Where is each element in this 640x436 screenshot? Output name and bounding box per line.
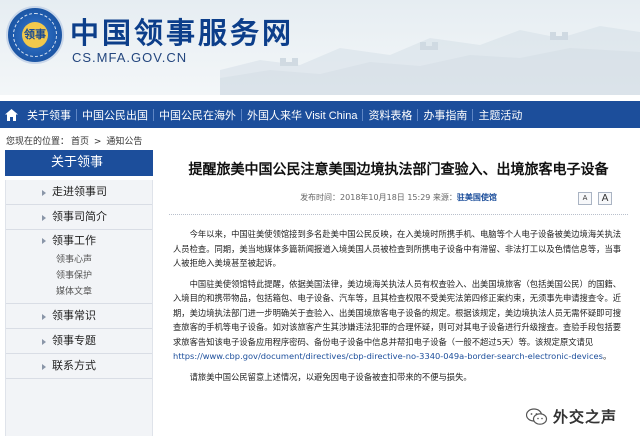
site-domain: CS.MFA.GOV.CN bbox=[72, 50, 188, 65]
nav-item-visit-china[interactable]: 外国人来华 Visit China bbox=[242, 107, 362, 123]
breadcrumb-current[interactable]: 通知公告 bbox=[106, 137, 142, 147]
breadcrumb-home[interactable]: 首页 bbox=[71, 137, 89, 147]
paragraph-2-text: 中国驻美使领馆特此提醒，依据美国法律，美边境海关执法人员有权查验入、出美国境旅客… bbox=[173, 278, 622, 347]
sidebar-group-consular-work: 领事工作 领事心声 领事保护 媒体文章 bbox=[6, 230, 152, 304]
watermark-text: 外交之声 bbox=[553, 408, 618, 426]
sidebar-item-consular-work[interactable]: 领事工作 bbox=[6, 230, 152, 252]
main-nav: 关于领事 中国公民出国 中国公民在海外 外国人来华 Visit China 资料… bbox=[0, 101, 640, 128]
sidebar-heading: 关于领事 bbox=[5, 150, 153, 176]
publish-info: 发布时间：2018年10月18日 15:29 来源： bbox=[300, 193, 457, 202]
site-title[interactable]: 中国领事服务网 bbox=[70, 10, 294, 52]
nav-item-forms[interactable]: 资料表格 bbox=[363, 107, 417, 123]
article-paragraph-2: 中国驻美使领馆特此提醒，依据美国法律，美边境海关执法人员有权查验入、出美国境旅客… bbox=[161, 277, 636, 364]
sidebar-item-enter-dept[interactable]: 走进领事司 bbox=[6, 180, 152, 205]
sidebar-subitem-media[interactable]: 媒体文章 bbox=[6, 284, 152, 300]
sidebar-subitem-protection[interactable]: 领事保护 bbox=[6, 268, 152, 284]
site-header: 领事 中国领事服务网 CS.MFA.GOV.CN bbox=[0, 0, 640, 95]
paragraph-2-end: 。 bbox=[602, 351, 612, 361]
article-main: 提醒旅美中国公民注意美国边境执法部门查验入、出境旅客电子设备 发布时间：2018… bbox=[161, 150, 636, 384]
consular-emblem-logo[interactable]: 领事 bbox=[6, 6, 64, 64]
font-size-controls: A A bbox=[578, 192, 612, 205]
sidebar-menu: 走进领事司 领事司简介 领事工作 领事心声 领事保护 媒体文章 领事常识 领事专… bbox=[5, 180, 153, 436]
sidebar-item-contact[interactable]: 联系方式 bbox=[6, 354, 152, 379]
cbp-directive-link[interactable]: https://www.cbp.gov/document/directives/… bbox=[173, 351, 603, 361]
font-decrease-button[interactable]: A bbox=[578, 192, 592, 205]
breadcrumb: 您现在的位置： 首页 > 通知公告 bbox=[6, 134, 144, 147]
nav-item-activities[interactable]: 主题活动 bbox=[473, 107, 527, 123]
sidebar: 关于领事 走进领事司 领事司简介 领事工作 领事心声 领事保护 媒体文章 领事常… bbox=[5, 150, 153, 436]
article-paragraph-3: 请旅美中国公民留意上述情况，以避免因电子设备被查扣带来的不便与损失。 bbox=[189, 371, 472, 382]
font-increase-button[interactable]: A bbox=[598, 192, 612, 205]
breadcrumb-separator: > bbox=[93, 137, 102, 147]
nav-item-citizens-overseas[interactable]: 中国公民在海外 bbox=[154, 107, 241, 123]
sidebar-subitem-voice[interactable]: 领事心声 bbox=[6, 252, 152, 268]
sidebar-item-topics[interactable]: 领事专题 bbox=[6, 329, 152, 354]
divider bbox=[169, 214, 628, 215]
article-source: 驻美国使馆 bbox=[456, 193, 497, 202]
wechat-icon bbox=[525, 407, 548, 426]
sidebar-item-common-knowledge[interactable]: 领事常识 bbox=[6, 304, 152, 329]
nav-item-citizens-abroad-going[interactable]: 中国公民出国 bbox=[77, 107, 153, 123]
nav-item-guide[interactable]: 办事指南 bbox=[418, 107, 472, 123]
emblem-text: 领事 bbox=[22, 22, 48, 48]
nav-item-about[interactable]: 关于领事 bbox=[22, 107, 76, 123]
article-paragraph-1: 今年以来，中国驻美使领馆接到多名赴美中国公民反映，在入美境时所携手机、电脑等个人… bbox=[173, 229, 622, 268]
breadcrumb-prefix: 您现在的位置： bbox=[6, 137, 70, 147]
article-title: 提醒旅美中国公民注意美国边境执法部门查验入、出境旅客电子设备 bbox=[188, 162, 609, 178]
home-icon[interactable] bbox=[0, 101, 22, 128]
wechat-watermark: 外交之声 bbox=[525, 406, 618, 427]
article-meta: 发布时间：2018年10月18日 15:29 来源：驻美国使馆 A A bbox=[161, 192, 636, 210]
sidebar-item-dept-intro[interactable]: 领事司简介 bbox=[6, 205, 152, 230]
